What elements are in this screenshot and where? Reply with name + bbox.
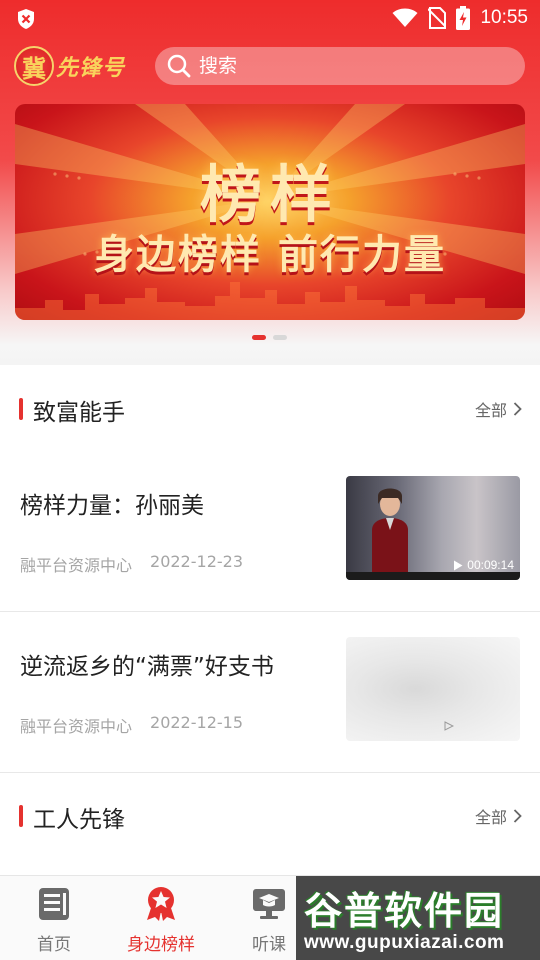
item-meta: 融平台资源中心 2022-12-15	[20, 713, 243, 737]
watermark-title: 谷普软件园	[304, 889, 505, 933]
divider	[0, 611, 540, 612]
banner-title: 榜样	[199, 158, 340, 231]
status-icons: 10:55	[392, 5, 528, 31]
no-sim-icon	[428, 7, 447, 29]
app-logo[interactable]: 冀 先锋号	[14, 44, 142, 88]
search-icon	[167, 54, 191, 78]
play-icon	[444, 721, 454, 731]
section-title: 致富能手	[33, 400, 125, 426]
app-header: 冀 先锋号	[0, 44, 540, 88]
section-accent-bar	[19, 398, 23, 420]
battery-charging-icon	[456, 6, 471, 30]
chevron-right-icon	[513, 402, 522, 416]
view-all-link[interactable]: 全部	[475, 397, 522, 421]
view-all-link[interactable]: 全部	[475, 804, 522, 828]
wifi-icon	[392, 8, 418, 27]
view-all-label: 全部	[474, 401, 507, 420]
divider	[0, 772, 540, 773]
play-icon	[454, 560, 463, 570]
banner-carousel[interactable]: 榜样 身边榜样 前行力量	[15, 104, 525, 320]
video-duration-text: 00:09:14	[467, 558, 514, 572]
nav-item-role-models[interactable]: 身边榜样	[116, 886, 206, 956]
search-input[interactable]	[199, 55, 499, 77]
search-bar[interactable]	[155, 47, 525, 85]
section-accent-bar	[19, 805, 23, 827]
video-thumbnail[interactable]	[346, 637, 520, 741]
status-bar: 10:55	[0, 0, 540, 36]
section-header-rich: 致富能手 全部	[0, 389, 540, 429]
shield-icon	[18, 9, 34, 29]
section-header-workers: 工人先锋 全部	[0, 796, 540, 836]
item-source: 融平台资源中心	[20, 717, 133, 736]
item-title: 逆流返乡的“满票”好支书	[20, 654, 274, 680]
item-date: 2022-12-15	[150, 713, 243, 732]
banner-skyline	[15, 282, 525, 320]
nav-label: 身边榜样	[127, 935, 195, 955]
section-title: 工人先锋	[33, 807, 125, 833]
list-item[interactable]: 逆流返乡的“满票”好支书 融平台资源中心 2022-12-15	[0, 621, 540, 781]
item-source: 融平台资源中心	[20, 556, 133, 575]
list-item[interactable]: 榜样力量：孙丽美 融平台资源中心 2022-12-23 00:09:14	[0, 460, 540, 620]
logo-char: 冀	[22, 53, 46, 83]
chevron-right-icon	[513, 809, 522, 823]
watermark: 谷普软件园 www.gupuxiazai.com	[296, 876, 540, 960]
logo-text: 先锋号	[56, 55, 126, 81]
carousel-indicator	[252, 335, 287, 340]
carousel-dot[interactable]	[273, 335, 287, 340]
view-all-label: 全部	[474, 808, 507, 827]
logo-seal: 冀	[14, 46, 54, 86]
thumbnail-person-figure	[372, 488, 408, 580]
nav-label: 首页	[37, 935, 71, 955]
item-meta: 融平台资源中心 2022-12-23	[20, 552, 243, 576]
status-time: 10:55	[480, 7, 528, 28]
video-duration: 00:09:14	[453, 558, 514, 572]
video-progress-track	[346, 572, 520, 580]
monitor-graduation-icon	[253, 889, 285, 919]
carousel-dot-active[interactable]	[252, 335, 266, 340]
star-badge-icon	[147, 887, 175, 921]
watermark-url: www.gupuxiazai.com	[304, 932, 505, 953]
video-thumbnail[interactable]: 00:09:14	[346, 476, 520, 580]
nav-item-home[interactable]: 首页	[9, 886, 99, 956]
item-title: 榜样力量：孙丽美	[20, 493, 204, 519]
item-date: 2022-12-23	[150, 552, 243, 571]
document-icon	[39, 888, 69, 920]
